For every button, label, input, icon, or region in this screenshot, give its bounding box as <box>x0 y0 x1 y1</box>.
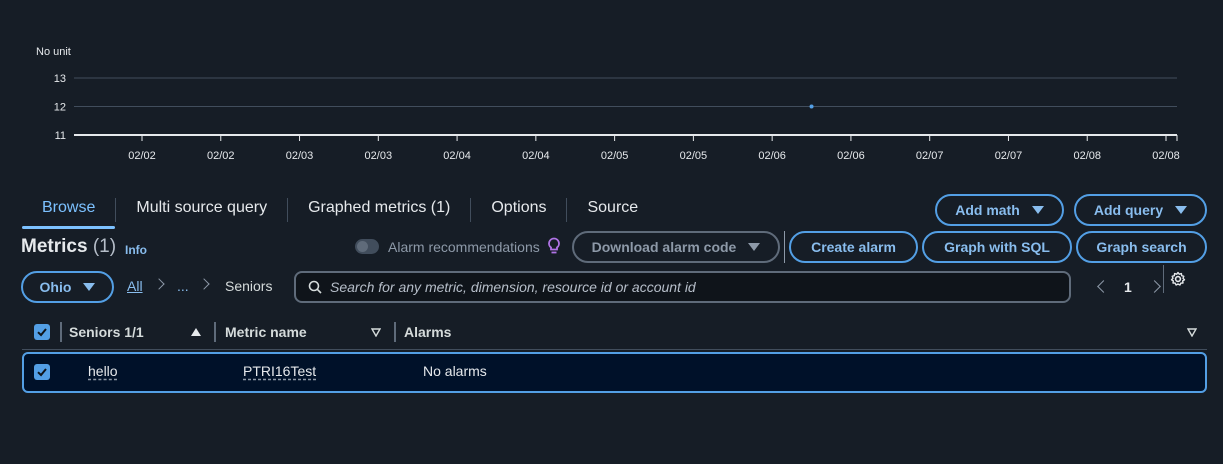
tab-multi-source-query[interactable]: Multi source query <box>116 191 287 229</box>
download-alarm-code-button[interactable]: Download alarm code <box>572 231 780 263</box>
search-input[interactable] <box>330 279 1069 295</box>
column-header-seniors[interactable]: Seniors 1/1 <box>69 324 144 340</box>
sort-descending-icon[interactable] <box>1187 328 1197 337</box>
x-tick-label: 02/04 <box>522 150 550 162</box>
button-divider <box>784 231 785 263</box>
tab-source[interactable]: Source <box>567 191 658 229</box>
table-header-divider <box>22 349 1207 350</box>
table-row[interactable] <box>22 352 1207 393</box>
row-checkbox[interactable] <box>34 364 50 380</box>
graph-search-label: Graph search <box>1096 239 1187 255</box>
checkmark-icon <box>37 368 47 377</box>
pagination-prev-icon[interactable] <box>1097 280 1110 293</box>
column-divider <box>394 322 396 342</box>
tab-options[interactable]: Options <box>471 191 566 229</box>
region-selector[interactable]: Ohio <box>21 271 114 303</box>
x-tick-label: 02/07 <box>995 150 1023 162</box>
breadcrumb-ellipsis[interactable]: ... <box>177 278 189 294</box>
y-tick-label: 12 <box>54 102 66 114</box>
tab-browse[interactable]: Browse <box>22 191 116 229</box>
x-tick-label: 02/03 <box>286 150 314 162</box>
caret-down-icon <box>83 283 96 291</box>
graph-with-sql-label: Graph with SQL <box>944 239 1050 255</box>
metrics-count: (1) <box>92 236 117 257</box>
cell-seniors[interactable]: hello <box>88 363 118 379</box>
x-tick-label: 02/03 <box>365 150 393 162</box>
x-tick-label: 02/07 <box>916 150 944 162</box>
caret-down-icon <box>748 243 761 251</box>
x-tick-label: 02/02 <box>207 150 235 162</box>
create-alarm-label: Create alarm <box>811 239 896 255</box>
tab-bar: Browse Multi source query Graphed metric… <box>22 190 658 230</box>
caret-down-icon <box>1031 206 1044 214</box>
region-label: Ohio <box>39 279 72 295</box>
sort-descending-icon[interactable] <box>371 328 381 337</box>
pagination-next-icon[interactable] <box>1148 280 1161 293</box>
graph-with-sql-button[interactable]: Graph with SQL <box>922 231 1072 263</box>
column-divider <box>60 322 62 342</box>
x-tick-label: 02/05 <box>680 150 708 162</box>
lightbulb-icon <box>548 237 560 254</box>
cell-alarms: No alarms <box>423 363 487 379</box>
add-query-label: Add query <box>1093 202 1164 218</box>
caret-down-icon <box>1175 206 1188 214</box>
create-alarm-button[interactable]: Create alarm <box>789 231 918 263</box>
pagination-divider <box>1163 265 1164 293</box>
add-query-button[interactable]: Add query <box>1074 194 1207 226</box>
chevron-right-icon <box>198 278 210 290</box>
add-math-button[interactable]: Add math <box>935 194 1064 226</box>
cell-metric-name[interactable]: PTRI16Test <box>243 363 316 379</box>
breadcrumb-all[interactable]: All <box>127 278 143 294</box>
x-tick-label: 02/02 <box>128 150 156 162</box>
search-box <box>294 271 1071 303</box>
y-tick-label: 13 <box>54 73 66 85</box>
metrics-title: Metrics <box>21 236 88 257</box>
y-tick-label: 11 <box>55 130 66 142</box>
column-divider <box>214 322 216 342</box>
x-tick-label: 02/08 <box>1152 150 1180 162</box>
download-alarm-code-label: Download alarm code <box>591 239 737 255</box>
column-header-alarms[interactable]: Alarms <box>404 324 451 340</box>
x-tick-label: 02/06 <box>758 150 786 162</box>
metrics-heading: Metrics (1) <box>21 236 116 258</box>
search-icon <box>308 280 322 294</box>
info-link[interactable]: Info <box>125 243 147 257</box>
chevron-right-icon <box>153 278 165 290</box>
add-math-label: Add math <box>955 202 1020 218</box>
data-point <box>809 104 814 109</box>
column-header-metric-name[interactable]: Metric name <box>225 324 307 340</box>
x-tick-label: 02/05 <box>601 150 629 162</box>
gear-icon[interactable] <box>1170 271 1186 287</box>
alarm-recommendations-toggle[interactable] <box>355 239 379 254</box>
alarm-recommendations-label: Alarm recommendations <box>388 239 540 255</box>
metric-chart: 11 12 13 02/02 02/02 02/03 02/03 02/04 02/04 02/0… <box>54 73 1180 162</box>
x-tick-label: 02/04 <box>443 150 471 162</box>
x-tick-label: 02/06 <box>837 150 865 162</box>
checkmark-icon <box>37 328 47 337</box>
select-all-checkbox[interactable] <box>34 324 50 340</box>
x-tick-label: 02/08 <box>1073 150 1101 162</box>
tab-graphed-metrics[interactable]: Graphed metrics (1) <box>288 191 470 229</box>
sort-ascending-icon[interactable] <box>191 328 201 336</box>
pagination-current-page[interactable]: 1 <box>1124 279 1132 295</box>
breadcrumb-current: Seniors <box>225 278 273 294</box>
graph-search-button[interactable]: Graph search <box>1076 231 1207 263</box>
